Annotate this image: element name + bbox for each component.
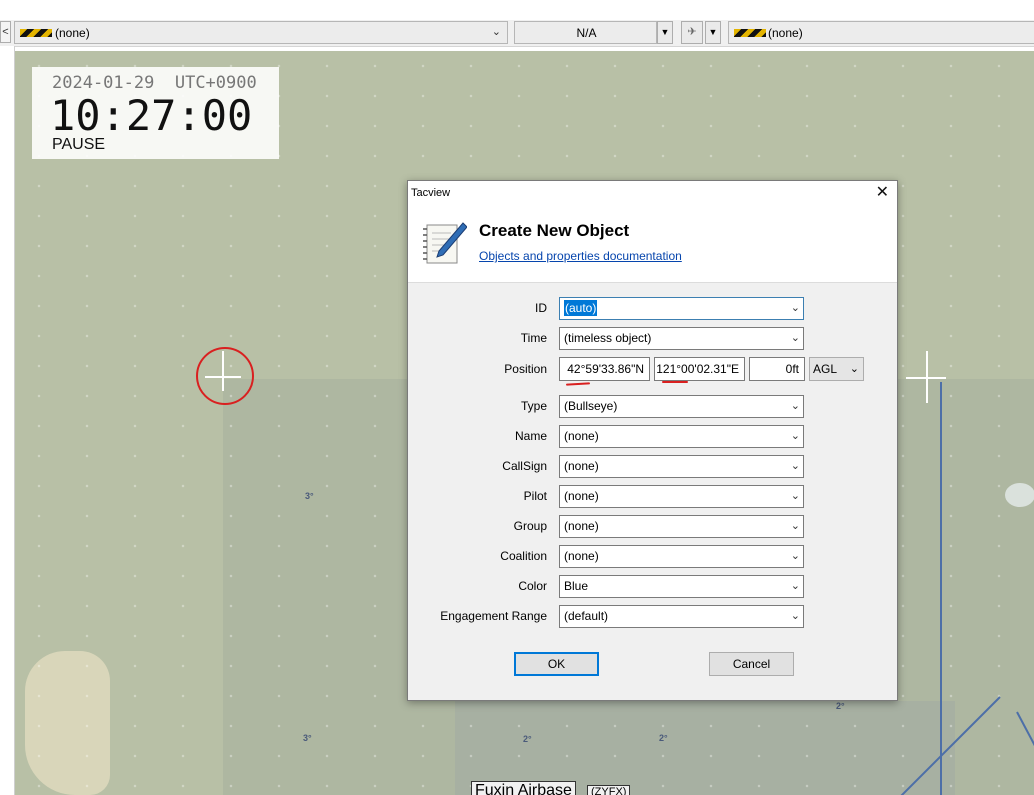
chevron-down-icon: ⌄ xyxy=(491,26,501,38)
engagement-range-label: Engagement Range xyxy=(440,609,547,623)
annotation-underline xyxy=(565,382,591,386)
chevron-down-icon: ⌄ xyxy=(790,460,800,472)
name-value: (none) xyxy=(564,429,599,443)
aircraft-icon-button[interactable]: ✈ xyxy=(681,21,703,44)
close-icon[interactable]: ✕ xyxy=(876,184,889,202)
annotation-circle xyxy=(196,347,254,405)
chevron-down-icon: ⌄ xyxy=(790,610,800,622)
relation-value: N/A xyxy=(576,26,597,40)
color-combo[interactable]: Blue ⌄ xyxy=(559,575,804,598)
combo-left-value: (none) xyxy=(55,26,90,40)
date-label: 2024-01-29 UTC+0900 xyxy=(52,73,257,93)
crosshair-icon xyxy=(926,351,928,403)
coalition-combo[interactable]: (none) ⌄ xyxy=(559,545,804,568)
chevron-down-icon: ⌄ xyxy=(849,363,859,375)
scroll-left-button[interactable]: < xyxy=(0,21,11,43)
playback-state: PAUSE xyxy=(52,136,106,153)
time-display: 2024-01-29 UTC+0900 10:27:00 PAUSE xyxy=(32,67,279,159)
left-panel-edge xyxy=(0,46,15,795)
grid-label: 3° xyxy=(305,491,314,501)
pilot-combo[interactable]: (none) ⌄ xyxy=(559,485,804,508)
altitude-reference-value: AGL xyxy=(813,362,838,376)
airbase-code-label: (ZYFX) xyxy=(587,785,631,795)
grid-label: 2° xyxy=(659,733,668,743)
callsign-combo[interactable]: (none) ⌄ xyxy=(559,455,804,478)
grid-label: 3° xyxy=(303,733,312,743)
timezone-label: UTC+0900 xyxy=(174,73,257,93)
coalition-label: Coalition xyxy=(500,549,547,563)
latitude-field[interactable]: 42°59'33.86"N xyxy=(559,357,650,381)
hazard-stripe-icon xyxy=(734,29,766,37)
dialog-heading: Create New Object xyxy=(479,221,630,240)
time-label: Time xyxy=(520,331,547,345)
ok-button[interactable]: OK xyxy=(514,652,599,676)
id-value: (auto) xyxy=(564,300,598,316)
notepad-pen-icon xyxy=(423,222,467,264)
callsign-label: CallSign xyxy=(502,459,547,473)
group-label: Group xyxy=(513,519,547,533)
longitude-field[interactable]: 121°00'02.31"E xyxy=(654,357,745,381)
aircraft-icon: ✈ xyxy=(687,26,697,38)
engagement-range-value: (default) xyxy=(564,609,609,623)
type-combo[interactable]: (Bullseye) ⌄ xyxy=(559,395,804,418)
time-value: (timeless object) xyxy=(564,331,652,345)
grid-label: 2° xyxy=(523,734,532,744)
chevron-down-icon: ⌄ xyxy=(790,430,800,442)
time-combo[interactable]: (timeless object) ⌄ xyxy=(559,327,804,350)
color-label: Color xyxy=(518,579,547,593)
type-label: Type xyxy=(520,399,547,413)
chevron-down-icon: ⌄ xyxy=(790,490,800,502)
chevron-down-icon: ⌄ xyxy=(790,302,800,314)
coalition-value: (none) xyxy=(564,549,599,563)
id-label: ID xyxy=(535,301,547,315)
color-value: Blue xyxy=(564,579,589,593)
pilot-label: Pilot xyxy=(523,489,547,503)
position-label: Position xyxy=(504,362,547,376)
cancel-button[interactable]: Cancel xyxy=(709,652,794,676)
name-combo[interactable]: (none) ⌄ xyxy=(559,425,804,448)
dialog-title: Tacview xyxy=(411,187,451,199)
airbase-label[interactable]: Fuxin Airbase xyxy=(471,781,576,795)
altitude-reference-combo[interactable]: AGL ⌄ xyxy=(809,357,864,381)
callsign-value: (none) xyxy=(564,459,599,473)
type-value: (Bullseye) xyxy=(564,399,618,413)
boundary-line xyxy=(940,382,942,795)
relation-dropdown-button[interactable]: ▼ xyxy=(657,21,673,44)
name-label: Name xyxy=(514,429,547,443)
grid-label: 2° xyxy=(836,701,845,711)
create-object-dialog: Tacview ✕ Create New Object Objects and … xyxy=(407,180,898,701)
toolbar: < (none) ⌄ N/A ▼ ✈ ▼ (none) xyxy=(0,20,1034,47)
relation-combo[interactable]: N/A xyxy=(514,21,657,44)
chevron-down-icon: ⌄ xyxy=(790,332,800,344)
documentation-link[interactable]: Objects and properties documentation xyxy=(479,249,682,263)
engagement-range-combo[interactable]: (default) ⌄ xyxy=(559,605,804,628)
chevron-down-icon: ⌄ xyxy=(790,520,800,532)
chevron-down-icon: ⌄ xyxy=(790,400,800,412)
clock-time: 10:27:00 xyxy=(50,91,253,140)
aircraft-dropdown-button[interactable]: ▼ xyxy=(705,21,721,44)
annotation-underline xyxy=(662,381,688,383)
group-value: (none) xyxy=(564,519,599,533)
dialog-header: Tacview ✕ Create New Object Objects and … xyxy=(408,181,897,283)
group-combo[interactable]: (none) ⌄ xyxy=(559,515,804,538)
object-selector-combo-left[interactable]: (none) ⌄ xyxy=(14,21,508,44)
id-combo[interactable]: (auto) ⌄ xyxy=(559,297,804,320)
hazard-stripe-icon xyxy=(20,29,52,37)
combo-right-value: (none) xyxy=(768,26,803,40)
object-selector-combo-right[interactable]: (none) xyxy=(728,21,1034,44)
chevron-down-icon: ⌄ xyxy=(790,550,800,562)
chevron-down-icon: ⌄ xyxy=(790,580,800,592)
pilot-value: (none) xyxy=(564,489,599,503)
altitude-field[interactable]: 0ft xyxy=(749,357,805,381)
